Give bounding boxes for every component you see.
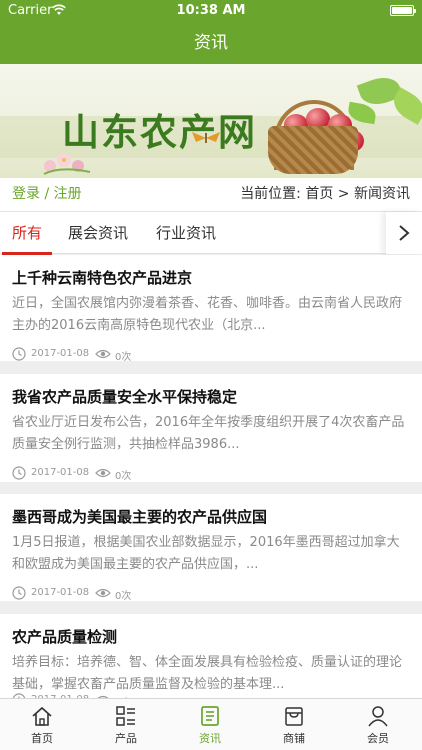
news-views: 0次 [115,591,132,602]
breadcrumb: 当前位置: 首页 > 新闻资讯 [240,186,410,202]
news-date: 2017-01-08 [31,467,90,478]
news-item[interactable]: 我省农产品质量安全水平保持稳定 省农业厅近日发布公告，2016年全年按季度组织开… [0,374,422,482]
login-register-link[interactable]: 登录 / 注册 [12,178,82,211]
clock-icon [12,466,26,480]
status-bar: Carrier 10:38 AM [0,0,422,22]
tabbar-label: 产品 [115,732,137,745]
tabbar-label: 商铺 [283,732,305,745]
clock-icon [12,586,26,600]
eye-icon [95,349,111,359]
bottom-tab-bar: 首页 产品 资讯 商铺 会员 [0,698,422,750]
nav-bar: 资讯 [0,22,422,64]
eye-icon [95,468,111,478]
document-icon [201,706,219,726]
login-breadcrumb-row: 登录 / 注册 当前位置: 首页 > 新闻资讯 [0,178,422,212]
category-tabs: 所有 展会资讯 行业资讯 [0,212,422,255]
tabbar-products[interactable]: 产品 [84,699,168,750]
banner[interactable]: 山东农产网 [0,64,422,178]
tabbar-home[interactable]: 首页 [0,699,84,750]
eye-icon [95,588,111,598]
news-title: 我省农产品质量安全水平保持稳定 [12,388,238,406]
list-grid-icon [116,706,135,726]
news-item[interactable]: 上千种云南特色农产品进京 近日，全国农展馆内弥漫着茶香、花香、咖啡香。由云南省人… [0,255,422,363]
basket-decoration [268,126,358,174]
news-views: 0次 [115,471,132,482]
news-item[interactable]: 墨西哥成为美国最主要的农产品供应国 1月5日报道，根据美国农业部数据显示，201… [0,494,422,602]
news-date: 2017-01-08 [31,587,90,598]
news-title: 农产品质量检测 [12,628,118,646]
flower-decoration [43,153,91,175]
battery-icon [390,5,416,16]
news-summary: 培养目标：培养德、智、体全面发展具有检验检疫、质量认证的理论基础，掌握农畜产品质… [12,655,403,692]
tabbar-shops[interactable]: 商铺 [252,699,336,750]
news-summary: 省农业厅近日发布公告，2016年全年按季度组织开展了4次农畜产品质量安全例行监测… [12,415,405,452]
tabbar-member[interactable]: 会员 [336,699,420,750]
tabbar-label: 会员 [367,732,389,745]
tabs-more-button[interactable] [386,212,422,254]
news-summary: 近日，全国农展馆内弥漫着茶香、花香、咖啡香。由云南省人民政府主办的2016云南高… [12,296,403,333]
news-title: 墨西哥成为美国最主要的农产品供应国 [12,508,268,526]
user-icon [368,706,388,727]
tabbar-news[interactable]: 资讯 [168,699,252,750]
tab-all[interactable]: 所有 [1,212,53,255]
chevron-right-icon [399,225,410,241]
tab-exhibition-news[interactable]: 展会资讯 [68,212,128,254]
tab-industry-news[interactable]: 行业资讯 [156,212,216,254]
news-item[interactable]: 农产品质量检测 培养目标：培养德、智、体全面发展具有检验检疫、质量认证的理论基础… [0,614,422,698]
shop-icon [285,707,303,726]
clock: 10:38 AM [176,3,246,18]
tabbar-label: 首页 [31,732,53,745]
news-title: 上千种云南特色农产品进京 [12,269,193,287]
page-title: 资讯 [194,33,228,53]
home-icon [32,706,52,726]
news-views: 0次 [115,352,132,363]
tabbar-label: 资讯 [199,732,221,745]
clock-icon [12,347,26,361]
news-date: 2017-01-08 [31,348,90,359]
butterfly-icon [192,132,220,143]
news-summary: 1月5日报道，根据美国农业部数据显示，2016年墨西哥超过加拿大和欧盟成为美国最… [12,535,400,572]
